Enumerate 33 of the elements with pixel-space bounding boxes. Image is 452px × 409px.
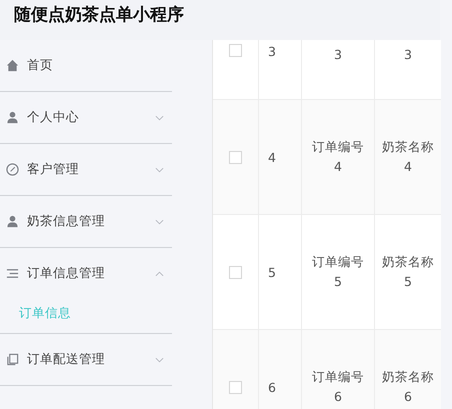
compass-icon <box>6 163 19 176</box>
table-cell: 6 <box>268 380 276 394</box>
menu-item[interactable]: 个人中心 <box>0 92 172 143</box>
menu-item[interactable]: 奶茶信息管理 <box>0 196 172 247</box>
table-cell-text: 3 <box>334 46 342 64</box>
app-title: 随便点奶茶点单小程序 <box>14 4 184 26</box>
menu-item[interactable]: 客户管理 <box>0 144 172 195</box>
checkbox[interactable] <box>229 150 242 164</box>
checkbox[interactable] <box>229 44 242 57</box>
chevron-up-icon <box>155 270 164 276</box>
chevron-down-icon <box>155 114 164 120</box>
checkbox[interactable] <box>229 380 242 394</box>
table-cell: 5 <box>268 264 276 280</box>
table-cell-text: 奶茶名称 4 <box>382 138 434 176</box>
table-cell-text: 奶茶名称 5 <box>382 253 434 291</box>
checkbox[interactable] <box>229 266 242 278</box>
user-icon <box>6 111 19 124</box>
chevron-down-icon <box>155 218 164 224</box>
table-cell-text: 订单编号 6 <box>312 368 364 406</box>
table-cell-text: 奶茶名称 6 <box>382 368 434 406</box>
table-cell-text: 3 <box>404 46 412 64</box>
menu-item[interactable]: 首页 <box>0 40 172 91</box>
table-cell: 3 <box>268 44 276 59</box>
home-icon <box>6 59 19 72</box>
list-icon <box>6 267 19 280</box>
table-cell-text: 订单编号 5 <box>312 253 364 291</box>
copy-icon <box>6 353 19 366</box>
chevron-down-icon <box>155 166 164 172</box>
user-icon <box>6 215 19 228</box>
table-cell: 4 <box>268 150 276 164</box>
chevron-down-icon <box>155 356 164 362</box>
menu-item[interactable]: 订单配送管理 <box>0 334 172 385</box>
table-cell-text: 订单编号 4 <box>312 138 364 176</box>
